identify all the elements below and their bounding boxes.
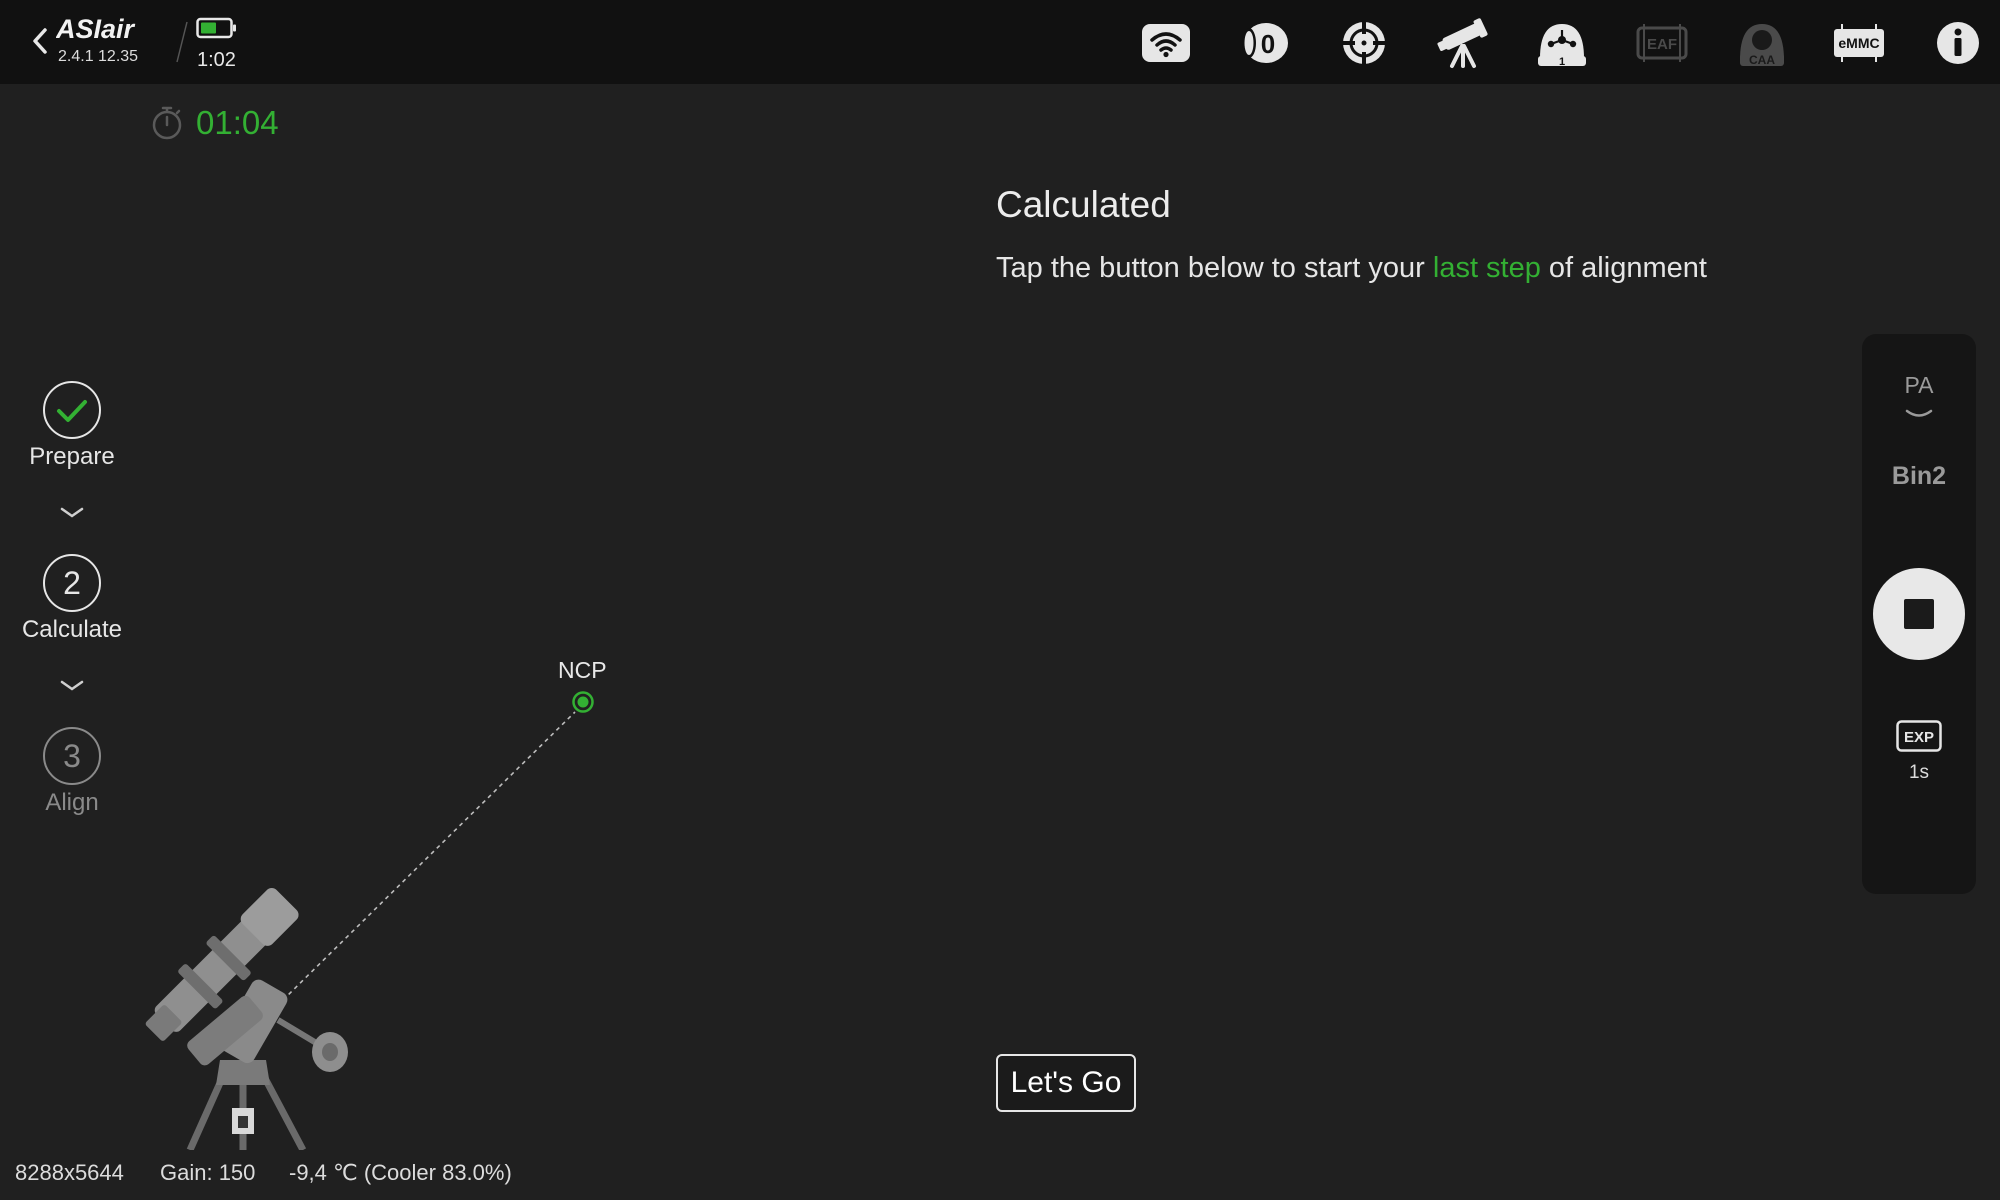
svg-text:1: 1	[1559, 56, 1565, 68]
eaf-icon[interactable]: EAF	[1635, 16, 1689, 70]
back-chevron-icon[interactable]	[28, 22, 52, 60]
stop-button[interactable]	[1873, 568, 1965, 660]
step-label-align: Align	[45, 789, 99, 816]
chevron-down-icon	[60, 507, 84, 518]
status-resolution: 8288x5644	[15, 1160, 124, 1185]
step-label-prepare: Prepare	[29, 443, 115, 470]
exposure-icon[interactable]: EXP	[1896, 720, 1942, 752]
chevron-down-icon[interactable]	[1904, 408, 1934, 420]
step-number-circle: 3	[43, 727, 101, 785]
info-icon[interactable]	[1931, 16, 1985, 70]
app-version: 2.4.1 12.35	[58, 48, 139, 65]
status-temperature: -9,4 ℃ (Cooler 83.0%)	[289, 1160, 512, 1185]
target-icon[interactable]	[1337, 16, 1391, 70]
instruction-text-start: Tap the button below to start your	[996, 252, 1433, 284]
exposure-value[interactable]: 1s	[1862, 762, 1976, 784]
mode-label[interactable]: PA	[1862, 372, 1976, 399]
ncp-marker-ring	[572, 691, 594, 713]
battery-icon	[196, 17, 236, 39]
asiair-logo: ASIair	[56, 14, 136, 44]
instruction-text: Tap the button below to start your last …	[996, 252, 1707, 285]
elapsed-timer: 01:04	[196, 104, 279, 141]
bin-setting[interactable]: Bin2	[1862, 462, 1976, 491]
lets-go-button[interactable]: Let's Go	[996, 1054, 1136, 1112]
instruction-text-end: of alignment	[1540, 252, 1707, 284]
instruction-highlight: last step	[1432, 252, 1541, 284]
battery-time: 1:02	[197, 49, 236, 71]
step-number-circle: 2	[43, 554, 101, 612]
svg-text:EXP: EXP	[1904, 729, 1934, 746]
wifi-icon[interactable]	[1139, 16, 1193, 70]
svg-text:eMMC: eMMC	[1838, 35, 1879, 51]
telescope-mount-illustration	[145, 888, 348, 1150]
svg-text:ASIair: ASIair	[56, 14, 136, 44]
capture-control-panel: PA Bin2 EXP 1s	[1862, 334, 1976, 894]
mount-icon[interactable]: 1	[1535, 16, 1589, 70]
stopwatch-icon	[152, 106, 182, 140]
step-label-calculate: Calculate	[21, 616, 123, 643]
divider	[176, 21, 188, 63]
telescope-icon[interactable]	[1436, 16, 1490, 70]
storage-icon[interactable]: 0	[1237, 16, 1291, 70]
page-title: Calculated	[996, 184, 1171, 225]
svg-text:CAA: CAA	[1749, 53, 1775, 67]
ncp-label: NCP	[558, 657, 607, 683]
svg-text:EAF: EAF	[1647, 36, 1677, 53]
chevron-down-icon	[60, 680, 84, 691]
caa-icon[interactable]: CAA	[1735, 16, 1789, 70]
stop-icon	[1904, 599, 1934, 629]
status-gain: Gain: 150	[160, 1160, 256, 1185]
top-bar: ASIair 2.4.1 12.35 1:02 0 1 EAF CAA eMMC	[0, 0, 2000, 84]
svg-text:3: 3	[63, 738, 81, 774]
svg-text:0: 0	[1261, 29, 1275, 59]
ncp-marker-dot	[577, 696, 589, 708]
svg-text:2: 2	[63, 565, 81, 601]
emmc-icon[interactable]: eMMC	[1832, 16, 1886, 70]
check-icon	[43, 381, 101, 439]
